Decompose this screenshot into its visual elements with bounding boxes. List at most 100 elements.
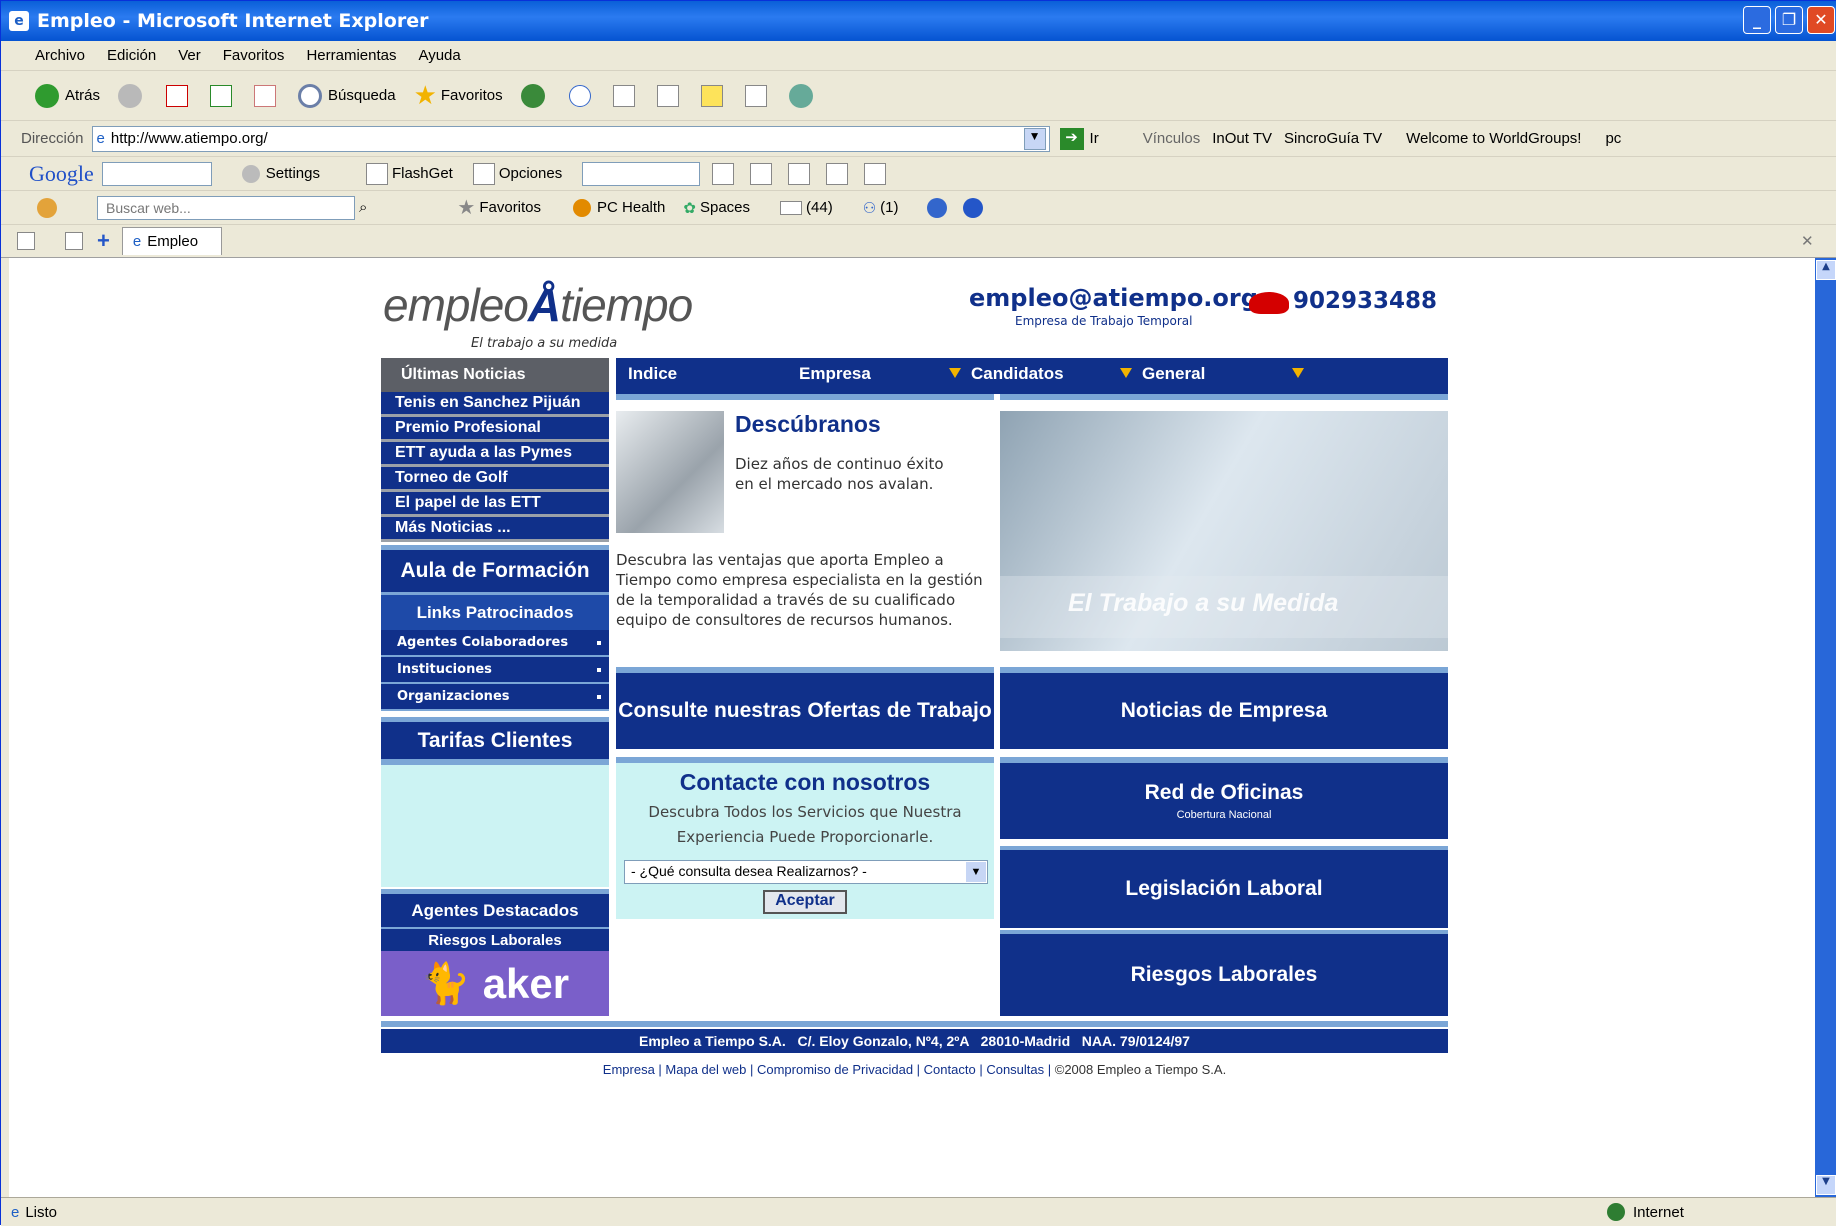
menu-favoritos[interactable]: Favoritos — [223, 47, 285, 64]
new-tab-icon[interactable]: + — [97, 228, 110, 254]
nav-candidatos[interactable]: Candidatos — [971, 364, 1064, 384]
link-pc[interactable]: pc — [1605, 130, 1621, 147]
tab-close-icon[interactable]: ✕ — [1801, 232, 1814, 250]
forward-button[interactable] — [118, 83, 148, 108]
minimize-button[interactable]: _ — [1743, 6, 1771, 34]
link-agentes-colaboradores[interactable]: Agentes Colaboradores — [381, 630, 609, 657]
address-input[interactable]: e http://www.atiempo.org/ — [91, 125, 1050, 152]
riesgos-small-button[interactable]: Riesgos Laborales — [381, 927, 609, 951]
spaces-icon: ✿ — [683, 199, 696, 217]
footer-link-privacidad[interactable]: Compromiso de Privacidad — [757, 1062, 913, 1077]
settings-button[interactable]: Settings — [266, 165, 320, 182]
link-organizaciones[interactable]: Organizaciones — [381, 684, 609, 711]
messenger-button[interactable] — [788, 83, 819, 108]
red-oficinas-button[interactable]: Red de Oficinas Cobertura Nacional — [1000, 757, 1448, 839]
contact-email[interactable]: empleo@atiempo.org — [969, 284, 1258, 312]
go-button[interactable]: ➔ Ir — [1059, 127, 1099, 150]
stop-button[interactable] — [166, 84, 192, 107]
news-item[interactable]: Torneo de Golf — [381, 467, 609, 492]
news-item[interactable]: Premio Profesional — [381, 417, 609, 442]
banner-text: El Trabajo a su Medida — [1068, 589, 1339, 617]
nav-indice[interactable]: Indice — [628, 364, 677, 384]
search-button[interactable]: Búsqueda — [298, 83, 396, 108]
live-search-icon[interactable]: ⌕ — [359, 199, 367, 216]
scroll-down-icon[interactable]: ▼ — [1816, 1175, 1836, 1195]
windows-live-icon[interactable] — [37, 197, 57, 218]
tab-empleo[interactable]: e Empleo — [121, 227, 222, 255]
link-instituciones[interactable]: Instituciones — [381, 657, 609, 684]
spaces-button[interactable]: Spaces — [700, 199, 750, 216]
contact-panel: Contacte con nosotros Descubra Todos los… — [616, 757, 994, 919]
legislacion-laboral-button[interactable]: Legislación Laboral — [1000, 846, 1448, 928]
nav-empresa[interactable]: Empresa — [799, 364, 871, 384]
aula-formacion-button[interactable]: Aula de Formación — [381, 545, 609, 592]
aceptar-button[interactable]: Aceptar — [763, 890, 847, 914]
title-bar: e Empleo - Microsoft Internet Explorer _… — [1, 1, 1836, 41]
home-small-icon[interactable] — [864, 162, 887, 185]
nav-general[interactable]: General — [1142, 364, 1205, 384]
home-button[interactable] — [254, 84, 280, 107]
link-worldgroups[interactable]: Welcome to WorldGroups! — [1406, 130, 1581, 147]
notes-button[interactable] — [700, 84, 727, 107]
menu-archivo[interactable]: Archivo — [35, 47, 85, 64]
refresh-button[interactable] — [210, 84, 236, 107]
flashget-button[interactable]: FlashGet — [392, 165, 453, 182]
research-button[interactable] — [744, 84, 771, 107]
menu-ayuda[interactable]: Ayuda — [418, 47, 460, 64]
quick-tabs-icon[interactable] — [17, 232, 35, 250]
options-button[interactable]: Opciones — [499, 165, 562, 182]
live-favorites-button[interactable]: Favoritos — [479, 199, 541, 216]
live-search-input[interactable]: Buscar web... — [97, 195, 355, 220]
footer-link-empresa[interactable]: Empresa — [603, 1062, 655, 1077]
tool-icon-3[interactable] — [788, 162, 811, 185]
tool-icon-1[interactable] — [712, 162, 735, 185]
messenger-small-icon[interactable] — [926, 197, 947, 218]
favorites-button[interactable]: ★ Favoritos — [414, 80, 503, 111]
back-button[interactable]: Atrás — [35, 83, 100, 108]
riesgos-laborales-button[interactable]: Riesgos Laborales — [1000, 930, 1448, 1016]
maximize-button[interactable]: ❐ — [1775, 6, 1803, 34]
aker-cat-icon: 🐈 — [420, 962, 471, 1006]
address-dropdown-icon[interactable]: ▼ — [1023, 127, 1046, 150]
news-item[interactable]: El papel de las ETT — [381, 492, 609, 517]
scroll-up-icon[interactable]: ▲ — [1816, 260, 1836, 280]
google-extra-input[interactable] — [582, 161, 701, 186]
print-button[interactable] — [612, 84, 639, 107]
red-oficinas-title: Red de Oficinas — [1144, 781, 1304, 804]
tarifas-clientes-button[interactable]: Tarifas Clientes — [381, 717, 609, 759]
footer-link-contacto[interactable]: Contacto — [924, 1062, 976, 1077]
options-icon — [472, 162, 495, 185]
tool-icon-4[interactable] — [826, 162, 849, 185]
tool-icon-2[interactable] — [750, 162, 773, 185]
help-icon[interactable] — [962, 197, 983, 218]
footer-link-consultas[interactable]: Consultas — [986, 1062, 1044, 1077]
edit-button[interactable] — [656, 84, 683, 107]
mail-button[interactable] — [568, 84, 595, 107]
agentes-destacados-button[interactable]: Agentes Destacados — [381, 889, 609, 927]
pchealth-button[interactable]: PC Health — [597, 199, 665, 216]
link-sincroguia[interactable]: SincroGuía TV — [1284, 130, 1382, 147]
google-search-dropdown[interactable] — [101, 161, 212, 186]
live-toolbar: Buscar web... ⌕ ★ Favoritos PC Health ✿ … — [1, 191, 1836, 225]
tab-list-icon[interactable] — [65, 232, 83, 250]
noticias-empresa-button[interactable]: Noticias de Empresa — [1000, 667, 1448, 749]
menu-ver[interactable]: Ver — [178, 47, 201, 64]
menu-edicion[interactable]: Edición — [107, 47, 156, 64]
vertical-scrollbar[interactable]: ▲ ▼ — [1815, 258, 1836, 1197]
close-button[interactable]: ✕ — [1807, 6, 1835, 34]
news-item[interactable]: ETT ayuda a las Pymes — [381, 442, 609, 467]
sponsored-links: Agentes Colaboradores Instituciones Orga… — [381, 630, 609, 711]
history-button[interactable] — [520, 83, 551, 108]
contacts-count[interactable]: (1) — [880, 199, 898, 216]
footer-link-mapa[interactable]: Mapa del web — [665, 1062, 746, 1077]
ofertas-trabajo-button[interactable]: Consulte nuestras Ofertas de Trabajo — [616, 667, 994, 749]
news-item[interactable]: Tenis en Sanchez Pijuán — [381, 392, 609, 417]
more-news-link[interactable]: Más Noticias ... — [381, 517, 609, 542]
link-inouttv[interactable]: InOut TV — [1212, 130, 1272, 147]
back-arrow-icon — [35, 83, 59, 108]
consulta-select[interactable]: - ¿Qué consulta desea Realizarnos? - ▼ — [624, 860, 988, 884]
menu-herramientas[interactable]: Herramientas — [306, 47, 396, 64]
aker-banner[interactable]: 🐈 aker — [381, 951, 609, 1016]
mail-count[interactable]: (44) — [806, 199, 833, 216]
history-icon — [520, 83, 545, 108]
